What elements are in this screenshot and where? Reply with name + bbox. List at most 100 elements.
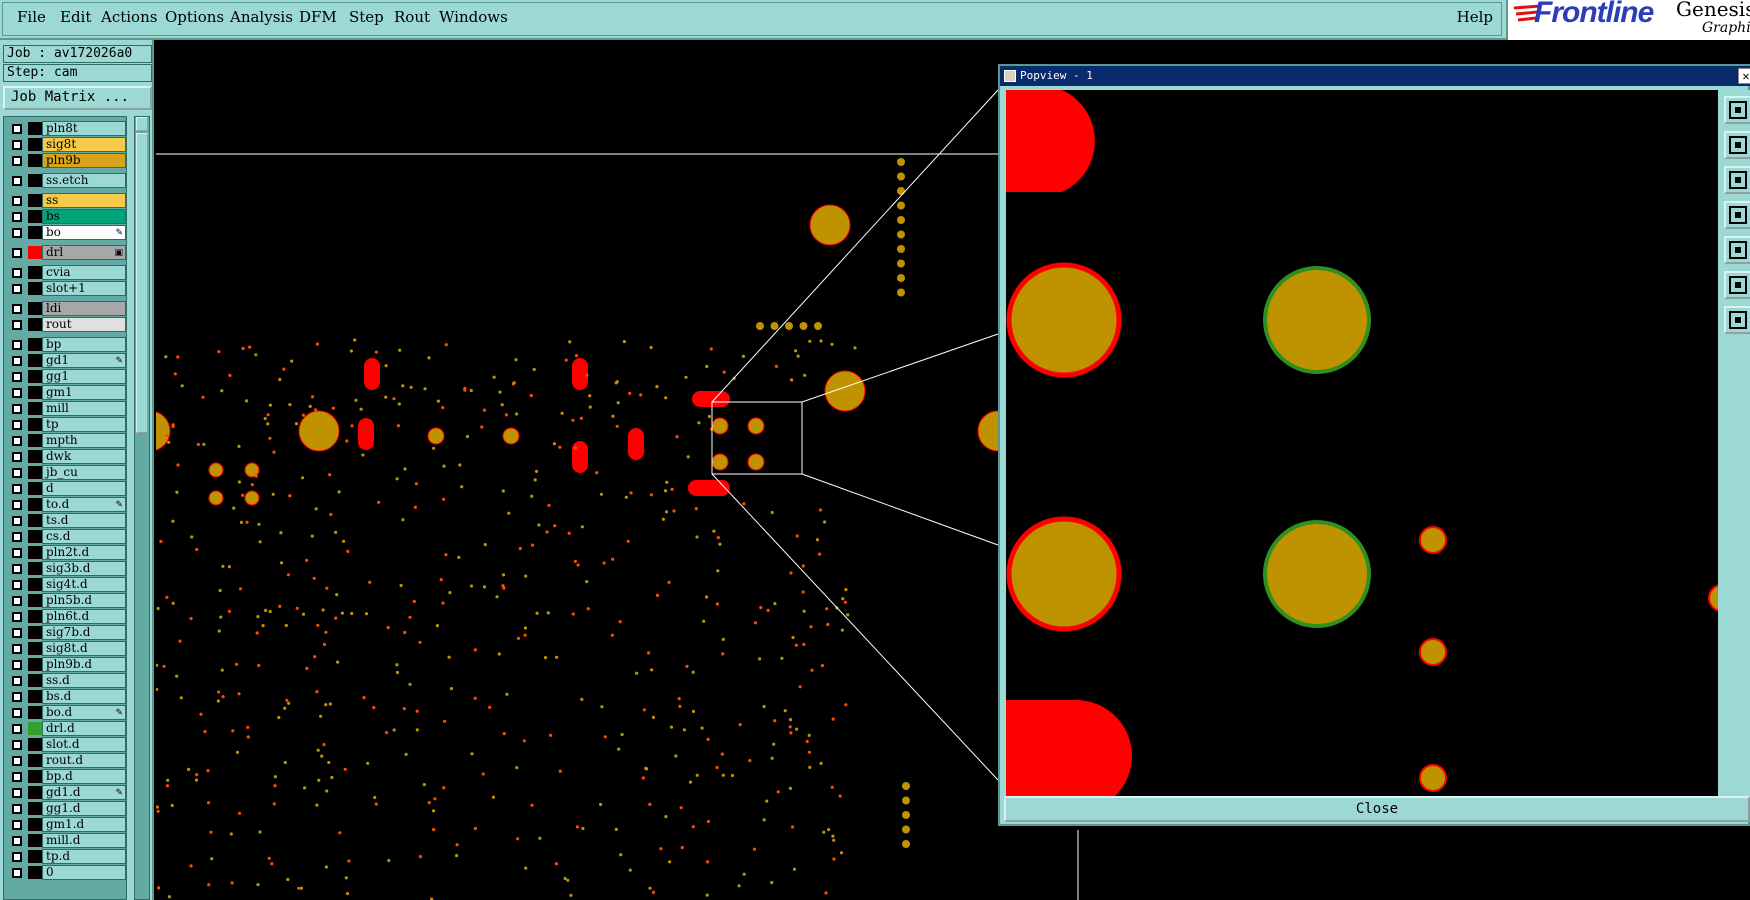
layer-checkbox[interactable] [12,740,22,750]
layer-row[interactable]: sig8t.d [4,641,126,656]
layer-row[interactable]: cs.d [4,529,126,544]
layer-checkbox[interactable] [12,820,22,830]
layer-checkbox[interactable] [12,500,22,510]
popview-titlebar[interactable]: Popview - 1 ✕ [1000,66,1750,86]
layer-color-swatch[interactable] [28,174,42,187]
menu-options[interactable]: Options [165,8,224,26]
layer-row[interactable]: gd1.d ✎ [4,785,126,800]
layer-checkbox[interactable] [12,708,22,718]
menu-actions[interactable]: Actions [101,8,157,26]
layer-row[interactable]: drl ▣ [4,245,126,260]
layer-name[interactable]: sig4t.d [42,577,126,592]
layer-row[interactable]: cvia [4,265,126,280]
menu-file[interactable]: File [17,8,46,26]
layer-name[interactable]: 0 [42,865,126,880]
layer-checkbox[interactable] [12,156,22,166]
layer-color-swatch[interactable] [28,514,42,527]
layer-name[interactable]: pln9b.d [42,657,126,672]
layer-name[interactable]: gg1.d [42,801,126,816]
layer-checkbox[interactable] [12,596,22,606]
pan-left-icon[interactable] [1724,201,1750,229]
layer-color-swatch[interactable] [28,866,42,879]
layer-name[interactable]: gm1 [42,385,126,400]
layer-color-swatch[interactable] [28,402,42,415]
layer-color-swatch[interactable] [28,530,42,543]
layer-color-swatch[interactable] [28,626,42,639]
layer-name[interactable]: bs.d [42,689,126,704]
layer-name[interactable]: gd1 ✎ [42,353,126,368]
layer-color-swatch[interactable] [28,770,42,783]
layer-checkbox[interactable] [12,804,22,814]
layer-color-swatch[interactable] [28,610,42,623]
layer-name[interactable]: bo.d ✎ [42,705,126,720]
layer-checkbox[interactable] [12,356,22,366]
layer-row[interactable]: sig7b.d [4,625,126,640]
zoom-out-icon[interactable] [1724,166,1750,194]
layer-checkbox[interactable] [12,268,22,278]
layer-color-swatch[interactable] [28,738,42,751]
layer-checkbox[interactable] [12,124,22,134]
layer-row[interactable]: to.d ✎ [4,497,126,512]
layer-checkbox[interactable] [12,228,22,238]
layer-row[interactable]: pln8t [4,121,126,136]
layer-color-swatch[interactable] [28,354,42,367]
layer-row[interactable]: drl.d [4,721,126,736]
layer-checkbox[interactable] [12,852,22,862]
layer-name[interactable]: sig8t.d [42,641,126,656]
layer-name[interactable]: pln2t.d [42,545,126,560]
layer-checkbox[interactable] [12,756,22,766]
layer-name[interactable]: ts.d [42,513,126,528]
layer-row[interactable]: ts.d [4,513,126,528]
layer-name[interactable]: sig8t [42,137,126,152]
menu-analysis[interactable]: Analysis [230,8,293,26]
layer-checkbox[interactable] [12,692,22,702]
layer-name[interactable]: to.d ✎ [42,497,126,512]
layer-checkbox[interactable] [12,484,22,494]
layer-row[interactable]: pln9b [4,153,126,168]
layer-scrollbar[interactable] [134,116,150,900]
layer-color-swatch[interactable] [28,282,42,295]
layer-name[interactable]: rout.d [42,753,126,768]
close-button[interactable]: Close [1004,796,1750,822]
layer-checkbox[interactable] [12,340,22,350]
menu-step[interactable]: Step [349,8,384,26]
layer-name[interactable]: pln8t [42,121,126,136]
layer-name[interactable]: cs.d [42,529,126,544]
layer-color-swatch[interactable] [28,834,42,847]
layer-name[interactable]: pln5b.d [42,593,126,608]
layer-name[interactable]: gd1.d ✎ [42,785,126,800]
layer-name[interactable]: cvia [42,265,126,280]
layer-row[interactable]: bo.d ✎ [4,705,126,720]
layer-checkbox[interactable] [12,660,22,670]
layer-checkbox[interactable] [12,564,22,574]
layer-color-swatch[interactable] [28,674,42,687]
layer-name[interactable]: mpth [42,433,126,448]
layer-color-swatch[interactable] [28,194,42,207]
layer-checkbox[interactable] [12,388,22,398]
layer-name[interactable]: bp [42,337,126,352]
layer-row[interactable]: gg1.d [4,801,126,816]
menu-rout[interactable]: Rout [394,8,430,26]
popview-zoom-view[interactable] [1006,90,1718,796]
layer-color-swatch[interactable] [28,318,42,331]
layer-checkbox[interactable] [12,404,22,414]
layer-row[interactable]: ss [4,193,126,208]
layer-color-swatch[interactable] [28,386,42,399]
layer-color-swatch[interactable] [28,754,42,767]
close-icon[interactable]: ✕ [1738,68,1750,84]
job-matrix-button[interactable]: Job Matrix ... [3,86,152,110]
layer-color-swatch[interactable] [28,850,42,863]
layer-name[interactable]: jb_cu [42,465,126,480]
layer-name[interactable]: ss.etch [42,173,126,188]
layer-name[interactable]: drl ▣ [42,245,126,260]
layer-name[interactable]: tp [42,417,126,432]
layer-checkbox[interactable] [12,612,22,622]
layer-row[interactable]: sig8t [4,137,126,152]
layer-color-swatch[interactable] [28,138,42,151]
layer-color-swatch[interactable] [28,338,42,351]
layer-row[interactable]: dwk [4,449,126,464]
layer-row[interactable]: sig4t.d [4,577,126,592]
layer-color-swatch[interactable] [28,706,42,719]
layer-checkbox[interactable] [12,284,22,294]
layer-checkbox[interactable] [12,372,22,382]
